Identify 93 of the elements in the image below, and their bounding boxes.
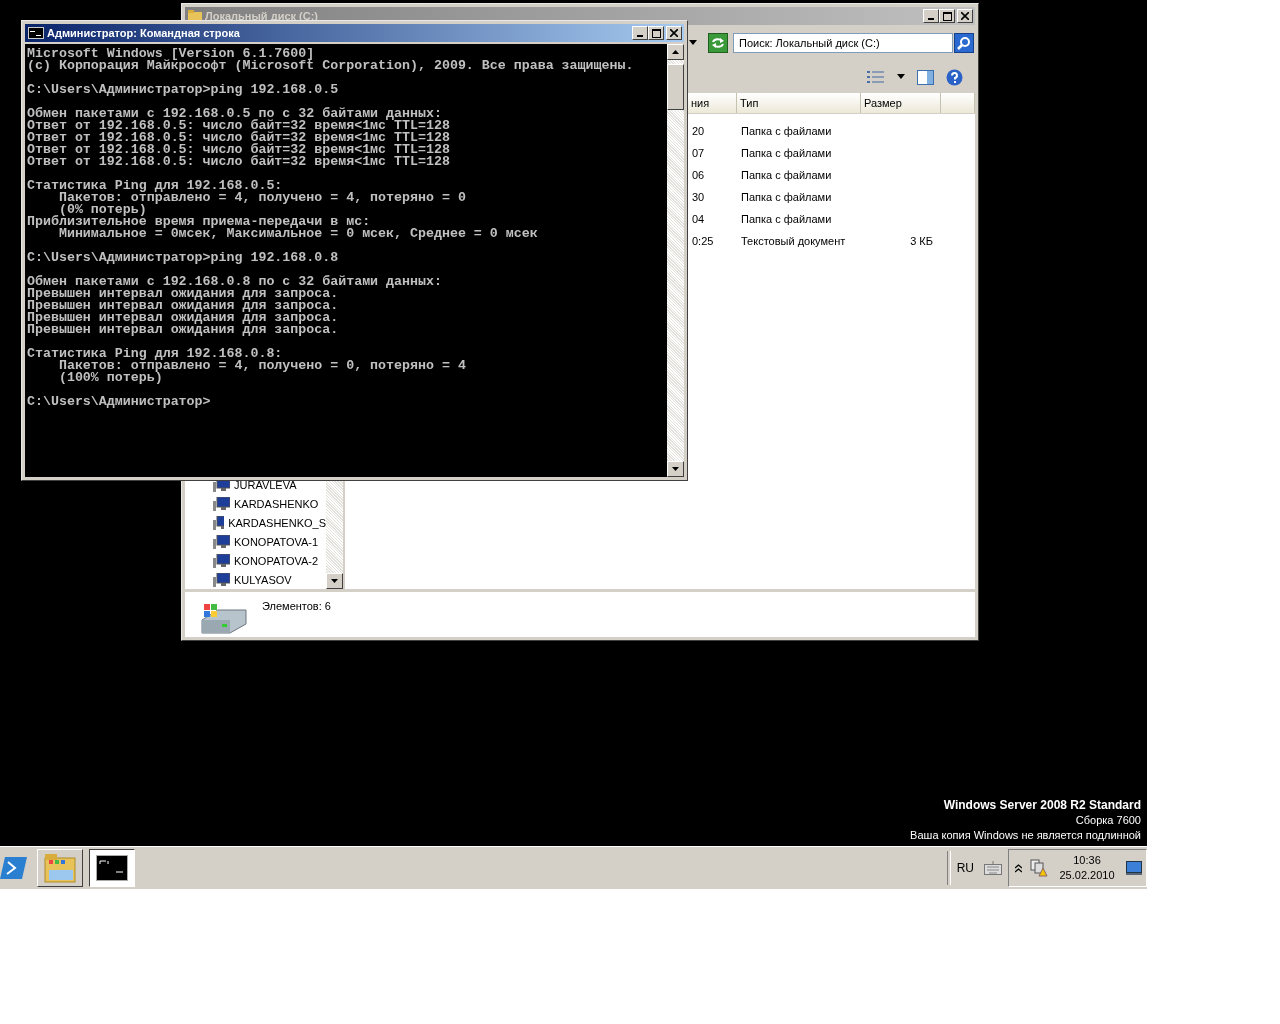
table-cell-text: 06 <box>691 169 706 181</box>
table-cell-text: 30 <box>691 191 706 203</box>
help-icon[interactable] <box>946 68 963 86</box>
computer-icon <box>213 534 230 549</box>
maximize-icon <box>942 11 952 21</box>
show-desktop-icon[interactable] <box>1126 861 1142 875</box>
computer-icon <box>213 553 230 568</box>
console-line: C:\Users\Администратор> <box>27 396 212 408</box>
console-line: Превышен интервал ожидания для запроса. <box>27 312 340 324</box>
console-line: Ответ от 192.168.0.5: число байт=32 время<1мс TTL=128 <box>27 132 451 144</box>
table-cell-text: Папка с файлами <box>740 213 833 225</box>
console-line: Обмен пакетами с 192.168.0.8 по с 32 байтами данных: <box>27 276 443 288</box>
maximize-icon <box>651 28 661 38</box>
search-icon <box>957 36 971 50</box>
caret-icon[interactable] <box>897 74 905 80</box>
console-line: (0% потерь) <box>58 204 147 216</box>
console-line: Статистика Ping для 192.168.0.5: <box>27 180 284 192</box>
column-header[interactable]: Размер <box>861 93 941 113</box>
scroll-down-button[interactable] <box>667 461 684 477</box>
console-line: (c) Корпорация Майкрософт (Microsoft Corporation), 2009. Все права защищены. <box>27 60 635 72</box>
refresh-button[interactable] <box>708 33 728 53</box>
preview-pane-icon[interactable] <box>917 69 934 85</box>
taskbar-button[interactable] <box>89 849 135 887</box>
start-button[interactable] <box>0 855 27 881</box>
network-warning-icon[interactable] <box>1030 859 1048 877</box>
caret-down-icon <box>331 579 338 583</box>
nav-item[interactable]: KONOPATOVA-2 <box>234 554 319 567</box>
close-icon <box>670 29 678 37</box>
console-line: Пакетов: отправлено = 4, получено = 0, потеряно = 4 <box>57 360 467 372</box>
console-line: Приблизительное время приема-передачи в мс: <box>27 216 372 228</box>
caret-down-icon <box>672 467 679 471</box>
minimize-button[interactable] <box>923 9 939 23</box>
scroll-down-button[interactable] <box>326 573 343 589</box>
view-list-icon[interactable] <box>867 70 885 84</box>
computer-icon <box>213 496 230 511</box>
chevron-up-icon[interactable] <box>1015 863 1022 873</box>
console-line: Ответ от 192.168.0.5: число байт=32 время<1мс TTL=128 <box>27 120 451 132</box>
window-title: Администратор: Командная строка <box>47 27 241 39</box>
table-cell-text: 07 <box>691 147 706 159</box>
console-icon <box>28 27 44 39</box>
caret-up-icon <box>672 50 679 54</box>
clock-date[interactable]: 25.02.2010 <box>1059 868 1115 883</box>
clock-time[interactable]: 10:36 <box>1073 853 1101 868</box>
caret-icon[interactable] <box>689 40 697 46</box>
table-cell-text: 20 <box>691 125 706 137</box>
column-header[interactable]: Тип <box>737 93 861 113</box>
maximize-button[interactable] <box>648 26 664 40</box>
console-line: Статистика Ping для 192.168.0.8: <box>27 348 284 360</box>
table-cell-text: Папка с файлами <box>740 147 833 159</box>
maximize-button[interactable] <box>939 9 955 23</box>
folder-icon <box>43 852 77 884</box>
console-line: Минимальное = 0мсек, Максимальное = 0 мсек, Среднее = 0 мсек <box>58 228 539 240</box>
desktop-text: Windows Server 2008 R2 Standard <box>943 798 1141 813</box>
search-button[interactable] <box>954 33 974 53</box>
nav-item[interactable]: KONOPATOVA-1 <box>234 535 319 548</box>
computer-icon <box>213 515 225 530</box>
computer-icon <box>213 572 230 587</box>
scroll-thumb[interactable] <box>667 64 684 110</box>
desktop-text: Ваша копия Windows не является подлинной <box>910 828 1141 843</box>
nav-item[interactable]: KULYASOV <box>234 573 292 586</box>
close-icon <box>961 12 969 20</box>
table-cell-text: Папка с файлами <box>740 125 833 137</box>
table-cell-text: Текстовый документ <box>740 235 847 247</box>
refresh-icon <box>711 37 725 49</box>
table-cell-text: 3 КБ <box>909 235 934 247</box>
table-cell-text: Папка с файлами <box>740 169 833 181</box>
console-line: (100% потерь) <box>57 372 163 384</box>
table-cell-text: 04 <box>691 213 706 225</box>
nav-item[interactable]: KARDASHENKO_S <box>228 516 326 529</box>
console-line: C:\Users\Администратор>ping 192.168.0.5 <box>27 84 340 96</box>
scroll-up-button[interactable] <box>667 44 684 60</box>
table-cell-text: 0:25 <box>691 235 715 247</box>
console-line: Обмен пакетами с 192.168.0.5 по с 32 байтами данных: <box>27 108 442 120</box>
console-line: Превышен интервал ожидания для запроса. <box>27 324 340 336</box>
status-text: Элементов: 6 <box>262 600 331 612</box>
console-line: Превышен интервал ожидания для запроса. <box>27 300 340 312</box>
console-line: C:\Users\Администратор>ping 192.168.0.8 <box>27 252 340 264</box>
search-field[interactable]: Поиск: Локальный диск (C:) <box>733 33 953 53</box>
nav-item[interactable]: KARDASHENKO <box>234 497 319 510</box>
desktop-text: Сборка 7600 <box>1075 813 1141 828</box>
console-line: Пакетов: отправлено = 4, получено = 4, потеряно = 0 <box>57 192 467 204</box>
console-line: Ответ от 192.168.0.5: число байт=32 время<1мс TTL=128 <box>27 156 451 168</box>
table-cell-text: Папка с файлами <box>740 191 833 203</box>
close-button[interactable] <box>957 9 973 23</box>
console-line: Microsoft Windows [Version 6.1.7600] <box>27 48 316 60</box>
close-button[interactable] <box>666 26 682 40</box>
nav-item[interactable]: JURAVLEVA <box>234 478 297 491</box>
console-icon <box>96 855 128 881</box>
console-line: Превышен интервал ожидания для запроса. <box>27 288 340 300</box>
keyboard-icon[interactable] <box>984 861 1002 875</box>
minimize-button[interactable] <box>632 26 648 40</box>
language-indicator[interactable]: RU <box>956 861 974 875</box>
console-line: Ответ от 192.168.0.5: число байт=32 время<1мс TTL=128 <box>27 144 451 156</box>
